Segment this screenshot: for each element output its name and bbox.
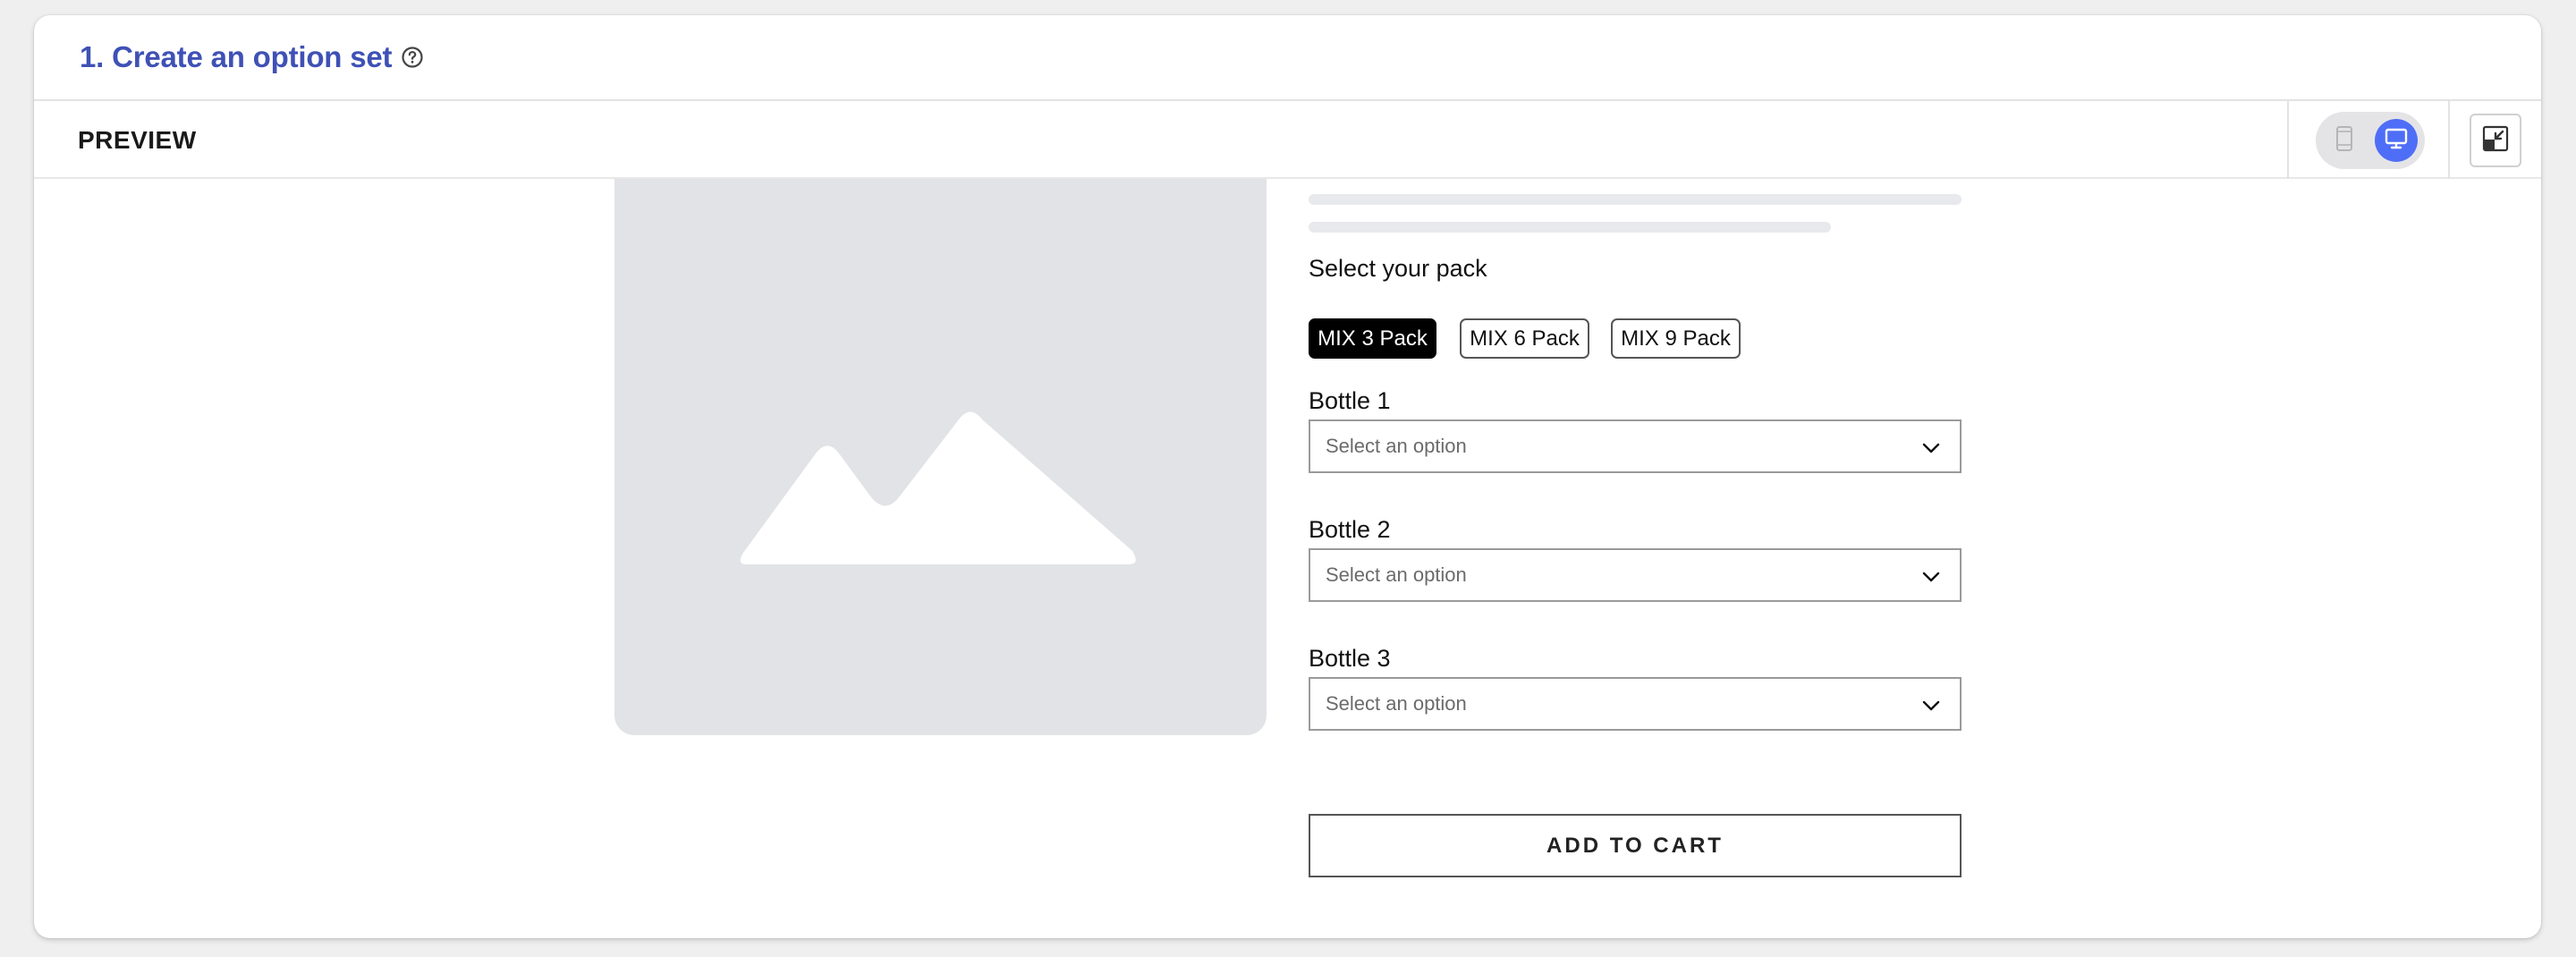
question-circle-icon[interactable] [401,46,424,69]
pack-option-mix-9[interactable]: MIX 9 Pack [1611,318,1741,359]
chevron-down-icon [1920,695,1942,716]
chevron-down-icon [1920,566,1942,588]
pack-option-mix-3[interactable]: MIX 3 Pack [1309,318,1436,359]
preview-bar: PREVIEW [34,101,2541,179]
option-set-card: 1. Create an option set PREVIEW Select y… [34,15,2541,938]
bottle-1-select[interactable]: Select an option [1309,419,1962,473]
select-placeholder: Select an option [1326,563,1467,586]
chevron-down-icon [1920,437,1942,459]
bottle-3-label: Bottle 3 [1309,645,1391,672]
minimize-window-icon [2481,124,2510,157]
skeleton-line [1309,222,1831,233]
card-header: 1. Create an option set [34,15,2541,101]
device-toggle [2316,112,2425,169]
product-image [614,179,1267,735]
mobile-phone-icon [2334,125,2354,157]
bottle-2-label: Bottle 2 [1309,516,1391,543]
toolbar-divider [2448,101,2450,179]
bottle-2-select[interactable]: Select an option [1309,548,1962,602]
pack-label: Select your pack [1309,255,1487,282]
toolbar-divider [2287,101,2289,179]
skeleton-line [1309,194,1962,205]
add-to-cart-button[interactable]: ADD TO CART [1309,814,1962,877]
pack-option-mix-6[interactable]: MIX 6 Pack [1460,318,1589,359]
preview-label: PREVIEW [78,125,197,154]
desktop-monitor-icon [2384,126,2409,156]
collapse-preview-button[interactable] [2470,114,2521,167]
select-placeholder: Select an option [1326,692,1467,715]
select-placeholder: Select an option [1326,435,1467,457]
page-title: 1. Create an option set [80,40,393,73]
desktop-view-button[interactable] [2375,119,2418,162]
bottle-1-label: Bottle 1 [1309,387,1391,414]
mobile-view-button[interactable] [2323,119,2366,162]
bottle-3-select[interactable]: Select an option [1309,677,1962,731]
